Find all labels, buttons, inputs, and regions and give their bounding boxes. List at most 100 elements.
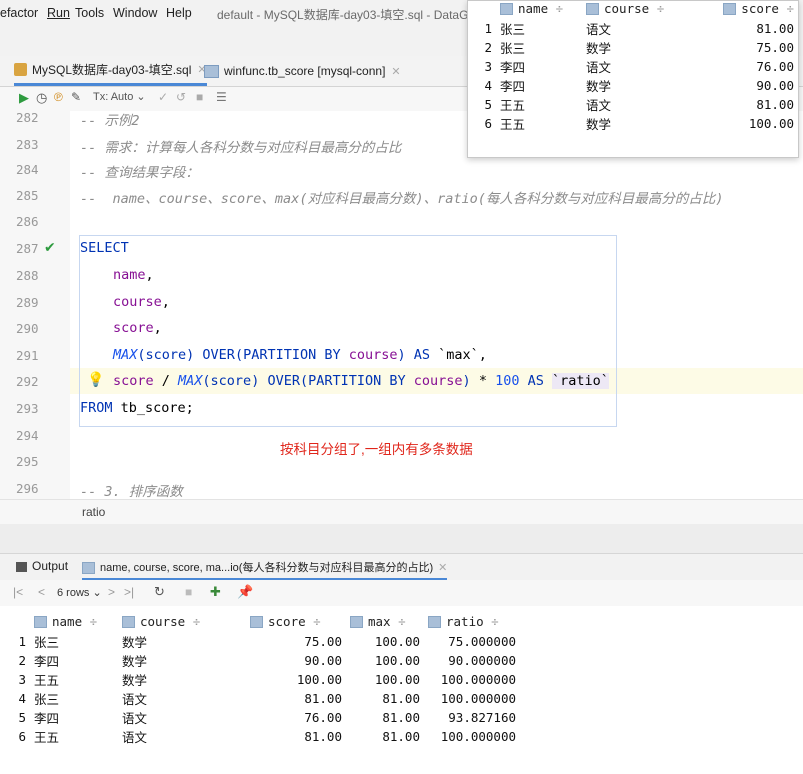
cell-ratio[interactable]: 100.000000 xyxy=(424,727,520,746)
cell-name[interactable]: 张三 xyxy=(30,689,118,708)
add-row-icon[interactable]: ✚ xyxy=(210,584,221,600)
explain-plan-icon[interactable]: ℗ xyxy=(54,90,63,104)
tab-table-view[interactable]: winfunc.tb_score [mysql-conn] ✕ xyxy=(204,56,401,86)
cell-course[interactable]: 语文 xyxy=(118,689,246,708)
stop-icon[interactable]: ■ xyxy=(185,585,192,599)
cell-score[interactable]: 90.00 xyxy=(246,651,346,670)
cell-course[interactable]: 数学 xyxy=(118,632,246,651)
cell-name[interactable]: 王五 xyxy=(30,670,118,689)
cell-ratio[interactable]: 100.000000 xyxy=(424,670,520,689)
cell-name[interactable]: 王五 xyxy=(496,95,582,114)
cell-score[interactable]: 81.00 xyxy=(702,19,798,38)
cell-course[interactable]: 数学 xyxy=(118,670,246,689)
close-icon[interactable]: ✕ xyxy=(391,65,400,78)
breadcrumb-item[interactable]: ratio xyxy=(82,505,105,519)
cell-score[interactable]: 81.00 xyxy=(246,727,346,746)
column-header-ratio[interactable]: ratio ÷ xyxy=(424,610,520,632)
cell-score[interactable]: 81.00 xyxy=(246,689,346,708)
cell-name[interactable]: 李四 xyxy=(30,708,118,727)
execution-success-icon[interactable]: ✔ xyxy=(44,239,56,256)
cell-name[interactable]: 张三 xyxy=(496,19,582,38)
cell-score[interactable]: 76.00 xyxy=(246,708,346,727)
cell-course[interactable]: 数学 xyxy=(118,651,246,670)
menu-refactor[interactable]: efactor xyxy=(0,6,38,20)
table-row[interactable]: 4 张三 语文 81.00 81.00 100.000000 xyxy=(8,689,520,708)
table-row[interactable]: 1 张三 数学 75.00 100.00 75.000000 xyxy=(8,632,520,651)
history-icon[interactable]: ◷ xyxy=(36,90,47,106)
tab-sql-file[interactable]: MySQL数据库-day03-填空.sql ✕ xyxy=(14,56,207,86)
cell-course[interactable]: 语文 xyxy=(118,727,246,746)
cell-name[interactable]: 张三 xyxy=(30,632,118,651)
table-row[interactable]: 6 王五 语文 81.00 81.00 100.000000 xyxy=(8,727,520,746)
prev-page-icon[interactable]: < xyxy=(38,585,45,599)
cell-score[interactable]: 75.00 xyxy=(702,38,798,57)
table-row[interactable]: 3 王五 数学 100.00 100.00 100.000000 xyxy=(8,670,520,689)
column-header-course[interactable]: course ÷ xyxy=(582,0,702,19)
cell-max[interactable]: 100.00 xyxy=(346,670,424,689)
cell-score[interactable]: 76.00 xyxy=(702,57,798,76)
cell-score[interactable]: 100.00 xyxy=(246,670,346,689)
cell-course[interactable]: 数学 xyxy=(582,38,702,57)
cell-max[interactable]: 81.00 xyxy=(346,708,424,727)
table-row[interactable]: 5 李四 语文 76.00 81.00 93.827160 xyxy=(8,708,520,727)
cell-course[interactable]: 数学 xyxy=(582,114,702,133)
rows-count-select[interactable]: 6 rows ⌄ xyxy=(57,586,102,599)
cell-score[interactable]: 100.00 xyxy=(702,114,798,133)
cell-max[interactable]: 100.00 xyxy=(346,651,424,670)
cell-ratio[interactable]: 75.000000 xyxy=(424,632,520,651)
column-header-score[interactable]: score ÷ xyxy=(702,0,798,19)
cell-score[interactable]: 90.00 xyxy=(702,76,798,95)
first-page-icon[interactable]: |< xyxy=(13,585,23,599)
cell-ratio[interactable]: 93.827160 xyxy=(424,708,520,727)
column-header-name[interactable]: name ÷ xyxy=(30,610,118,632)
cell-name[interactable]: 李四 xyxy=(496,57,582,76)
menu-run[interactable]: Run xyxy=(47,6,70,20)
table-row[interactable]: 6 王五 数学 100.00 xyxy=(474,114,798,133)
transaction-mode-select[interactable]: Tx: Auto ⌄ xyxy=(93,90,146,103)
cell-score[interactable]: 75.00 xyxy=(246,632,346,651)
tab-output[interactable]: Output xyxy=(16,559,68,573)
next-page-icon[interactable]: > xyxy=(108,585,115,599)
cell-ratio[interactable]: 100.000000 xyxy=(424,689,520,708)
menu-window[interactable]: Window xyxy=(113,6,157,20)
table-row[interactable]: 5 王五 语文 81.00 xyxy=(474,95,798,114)
cell-max[interactable]: 81.00 xyxy=(346,727,424,746)
cell-course[interactable]: 语文 xyxy=(118,708,246,727)
table-row[interactable]: 4 李四 数学 90.00 xyxy=(474,76,798,95)
commit-icon[interactable]: ✓ xyxy=(158,90,168,104)
cell-name[interactable]: 李四 xyxy=(30,651,118,670)
pin-icon[interactable]: 📌 xyxy=(237,584,253,600)
menu-tools[interactable]: Tools xyxy=(75,6,104,20)
cell-course[interactable]: 语文 xyxy=(582,57,702,76)
cell-name[interactable]: 张三 xyxy=(496,38,582,57)
cell-ratio[interactable]: 90.000000 xyxy=(424,651,520,670)
column-header-max[interactable]: max ÷ xyxy=(346,610,424,632)
cell-max[interactable]: 81.00 xyxy=(346,689,424,708)
table-row[interactable]: 1 张三 语文 81.00 xyxy=(474,19,798,38)
close-icon[interactable]: ✕ xyxy=(438,562,447,574)
run-icon[interactable]: ▶ xyxy=(19,90,29,106)
table-row[interactable]: 2 张三 数学 75.00 xyxy=(474,38,798,57)
table-row[interactable]: 2 李四 数学 90.00 100.00 90.000000 xyxy=(8,651,520,670)
cell-name[interactable]: 王五 xyxy=(30,727,118,746)
layout-icon[interactable]: ☰ xyxy=(216,90,227,104)
cell-name[interactable]: 王五 xyxy=(496,114,582,133)
cell-course[interactable]: 数学 xyxy=(582,76,702,95)
rollback-icon[interactable]: ↺ xyxy=(176,90,186,104)
last-page-icon[interactable]: >| xyxy=(124,585,134,599)
cell-course[interactable]: 语文 xyxy=(582,95,702,114)
tab-result[interactable]: name, course, score, ma...io(每人各科分数与对应科目… xyxy=(82,559,448,580)
column-header-score[interactable]: score ÷ xyxy=(246,610,346,632)
cell-max[interactable]: 100.00 xyxy=(346,632,424,651)
column-header-name[interactable]: name ÷ xyxy=(496,0,582,19)
menu-help[interactable]: Help xyxy=(166,6,192,20)
cell-score[interactable]: 81.00 xyxy=(702,95,798,114)
column-header-course[interactable]: course ÷ xyxy=(118,610,246,632)
intention-bulb-icon[interactable]: 💡 xyxy=(87,371,104,388)
table-row[interactable]: 3 李四 语文 76.00 xyxy=(474,57,798,76)
cell-name[interactable]: 李四 xyxy=(496,76,582,95)
settings-wrench-icon[interactable]: ✎ xyxy=(71,90,81,104)
stop-icon[interactable]: ■ xyxy=(196,90,203,104)
refresh-icon[interactable]: ↻ xyxy=(154,584,165,600)
cell-course[interactable]: 语文 xyxy=(582,19,702,38)
